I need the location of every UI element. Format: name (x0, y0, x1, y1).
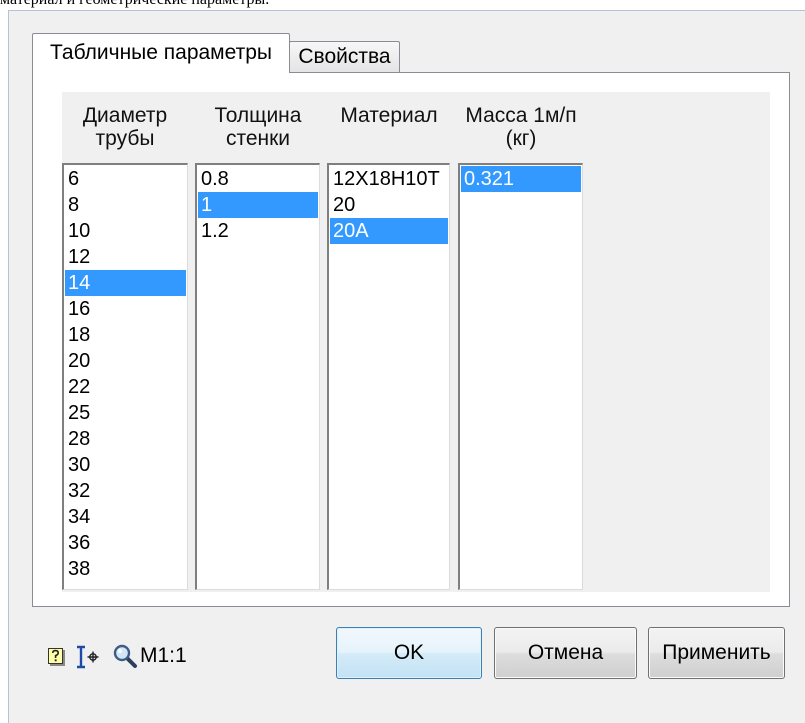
header-line: Материал (340, 104, 438, 127)
list-item[interactable]: 25 (65, 400, 186, 426)
list-item[interactable]: 12 (65, 244, 186, 270)
ok-button-label: OK (393, 641, 425, 664)
list-item[interactable]: 34 (65, 504, 186, 530)
list-item[interactable]: 32 (65, 478, 186, 504)
list-item[interactable]: 12Х18Н10Т (330, 166, 448, 192)
tab-properties[interactable]: Свойства (289, 41, 400, 72)
list-item-selected[interactable]: 14 (65, 270, 186, 296)
ok-button[interactable]: OK (336, 627, 482, 679)
cancel-button[interactable]: Отмена (494, 627, 637, 679)
cancel-button-label: Отмена (527, 641, 604, 664)
apply-button-label: Применить (662, 641, 771, 664)
magnifier-icon[interactable] (112, 643, 138, 669)
page-caption: материал и геометрические параметры. (0, 0, 320, 10)
list-item[interactable]: 30 (65, 452, 186, 478)
header-line: Масса 1м/п (465, 104, 577, 127)
header-line: Толщина (214, 104, 302, 127)
help-icon[interactable] (47, 646, 67, 668)
apply-button[interactable]: Применить (648, 627, 785, 679)
list-item[interactable]: 1.2 (198, 218, 318, 244)
list-item[interactable]: 8 (65, 192, 186, 218)
header-pipe-diameter: Диаметр трубы (50, 104, 200, 150)
scale-label[interactable]: M1:1 (140, 644, 187, 668)
list-item-selected[interactable]: 20А (330, 218, 448, 244)
header-wall-thickness: Толщина стенки (183, 104, 333, 150)
mass-listbox[interactable]: 0.321 (458, 163, 583, 590)
header-line: стенки (225, 127, 291, 150)
list-item[interactable]: 18 (65, 322, 186, 348)
list-item[interactable]: 0.8 (198, 166, 318, 192)
list-item[interactable]: 20 (65, 348, 186, 374)
list-item[interactable]: 16 (65, 296, 186, 322)
header-line: Диаметр (82, 104, 168, 127)
pipe-diameter-listbox[interactable]: 6 8 10 12 14 16 18 20 22 25 28 30 32 34 36 38 (62, 163, 188, 590)
list-item[interactable]: 20 (330, 192, 448, 218)
ibeam-crosshair-icon[interactable] (74, 643, 102, 671)
caption-text: материал и геометрические параметры. (0, 0, 269, 8)
wall-thickness-listbox[interactable]: 0.8 1 1.2 (195, 163, 320, 590)
list-item[interactable]: 6 (65, 166, 186, 192)
list-item-selected[interactable]: 1 (198, 192, 318, 218)
list-item[interactable]: 22 (65, 374, 186, 400)
list-item[interactable]: 28 (65, 426, 186, 452)
header-mass-per-meter: Масса 1м/п (кг) (446, 104, 596, 150)
list-item[interactable]: 36 (65, 530, 186, 556)
list-item[interactable]: 38 (65, 556, 186, 582)
header-line: (кг) (505, 127, 537, 150)
list-item[interactable]: 10 (65, 218, 186, 244)
tab-table-parameters[interactable]: Табличные параметры (32, 33, 290, 73)
header-material: Материал (314, 104, 464, 127)
material-listbox[interactable]: 12Х18Н10Т 20 20А (327, 163, 450, 590)
list-item-selected[interactable]: 0.321 (461, 166, 581, 192)
header-line: трубы (95, 127, 155, 150)
